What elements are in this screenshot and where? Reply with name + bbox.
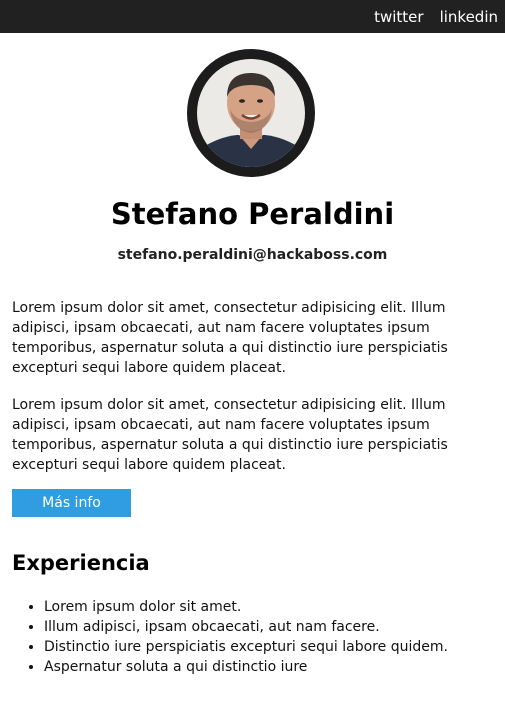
profile-photo [197, 59, 305, 167]
twitter-link[interactable]: twitter [374, 8, 423, 26]
more-info-button[interactable]: Más info [12, 489, 131, 517]
linkedin-link[interactable]: linkedin [440, 8, 498, 26]
top-nav-bar: twitter linkedin [0, 0, 505, 33]
profile-name: Stefano Peraldini [110, 197, 395, 231]
about-paragraph-1: Lorem ipsum dolor sit amet, consectetur … [12, 300, 448, 376]
list-item: Aspernatur soluta a qui distinctio iure [44, 657, 448, 677]
list-item: Distinctio iure perspiciatis excepturi s… [44, 637, 448, 657]
experience-title: Experiencia [12, 551, 150, 575]
experience-list: Lorem ipsum dolor sit amet. Illum adipis… [12, 597, 448, 677]
list-item: Illum adipisci, ipsam obcaecati, aut nam… [44, 617, 448, 637]
social-links: twitter linkedin [374, 0, 498, 33]
list-item: Lorem ipsum dolor sit amet. [44, 597, 448, 617]
about-paragraph-2: Lorem ipsum dolor sit amet, consectetur … [12, 397, 448, 473]
avatar [187, 49, 315, 177]
profile-email: stefano.peraldini@hackaboss.com [117, 247, 388, 263]
